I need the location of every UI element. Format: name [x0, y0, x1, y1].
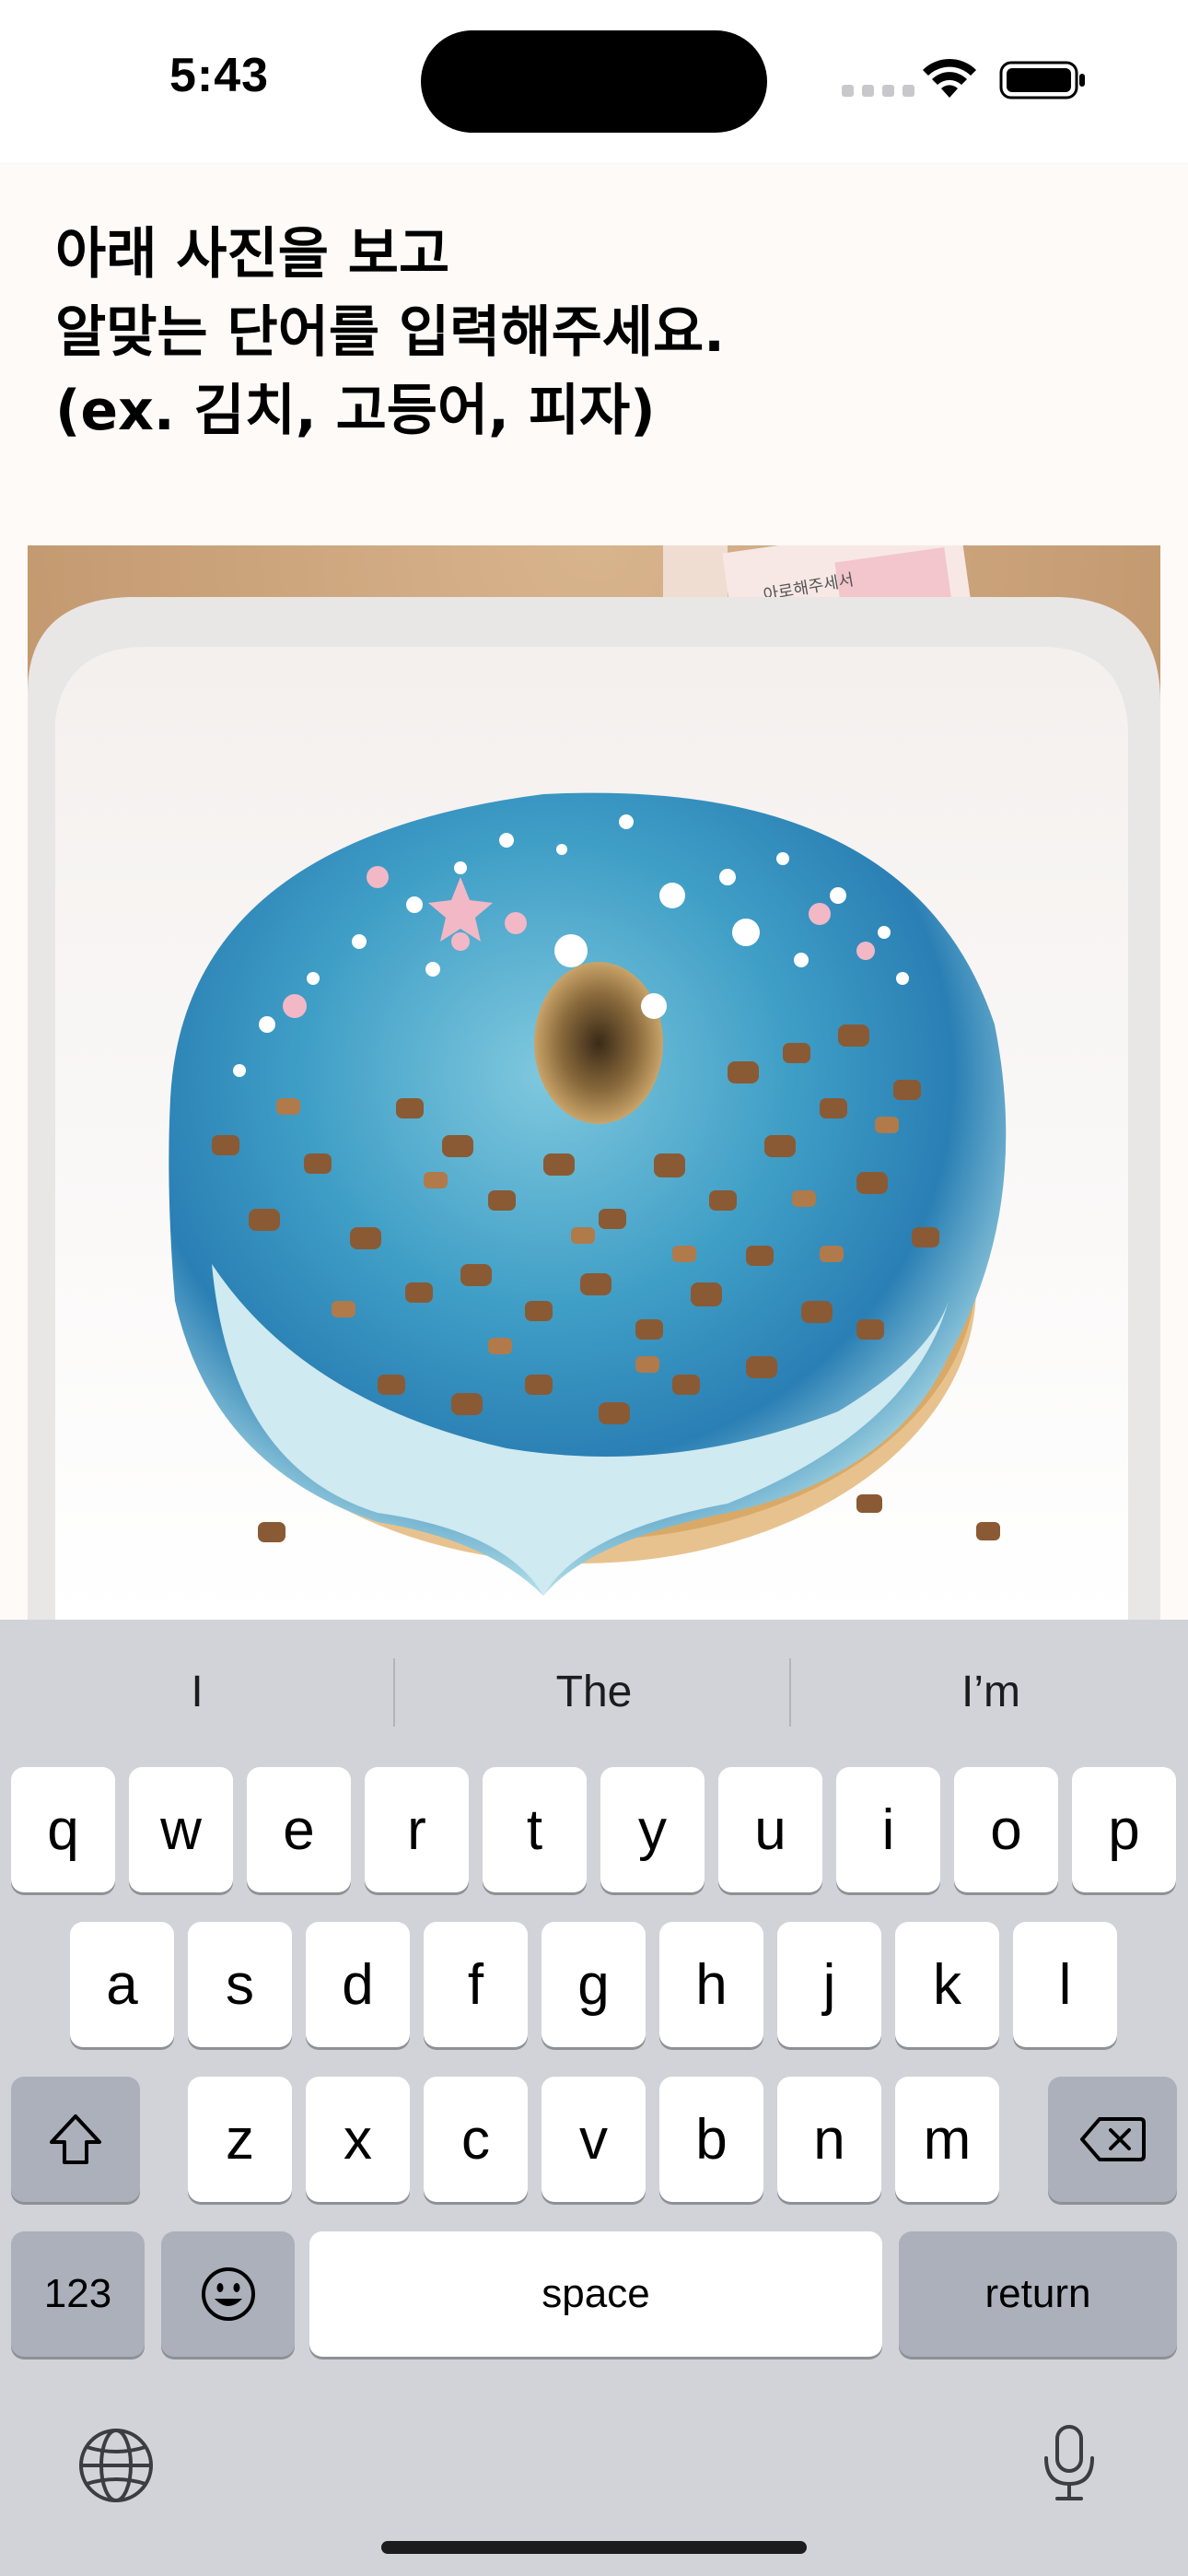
suggestion-divider — [393, 1658, 395, 1727]
return-key[interactable]: return — [899, 2231, 1177, 2357]
instruction-text: 아래 사진을 보고 알맞는 단어를 입력해주세요. (ex. 김치, 고등어, … — [55, 216, 1133, 451]
key-g[interactable]: g — [542, 1922, 646, 2047]
delete-icon — [1080, 2117, 1146, 2161]
key-p[interactable]: p — [1072, 1767, 1176, 1892]
numbers-key[interactable]: 123 — [11, 2231, 145, 2357]
key-i[interactable]: i — [836, 1767, 940, 1892]
donut-photo: 아로해주세서 6 — [28, 545, 1160, 1620]
key-b[interactable]: b — [659, 2077, 763, 2202]
key-h[interactable]: h — [659, 1922, 763, 2047]
shift-key[interactable] — [11, 2077, 140, 2202]
battery-icon — [999, 61, 1085, 100]
key-y[interactable]: y — [600, 1767, 705, 1892]
instruction-line-3: (ex. 김치, 고등어, 피자) — [55, 379, 656, 443]
key-k[interactable]: k — [895, 1922, 999, 2047]
key-x[interactable]: x — [306, 2077, 410, 2202]
status-bar: 5:43 — [0, 0, 1188, 162]
instruction-line-2: 알맞는 단어를 입력해주세요. — [55, 300, 725, 365]
dynamic-island — [421, 30, 767, 133]
status-time: 5:43 — [169, 49, 270, 102]
key-l[interactable]: l — [1013, 1922, 1117, 2047]
key-s[interactable]: s — [188, 1922, 292, 2047]
suggestion-2[interactable]: The — [397, 1620, 791, 1763]
space-key[interactable]: space — [309, 2231, 882, 2357]
key-t[interactable]: t — [483, 1767, 587, 1892]
delete-key[interactable] — [1048, 2077, 1177, 2202]
keyboard: I The I’m q w e r t y u i o p a s d f g … — [0, 1620, 1188, 2576]
key-u[interactable]: u — [718, 1767, 822, 1892]
emoji-icon — [201, 2267, 255, 2321]
key-o[interactable]: o — [954, 1767, 1058, 1892]
key-w[interactable]: w — [129, 1767, 233, 1892]
microphone-icon[interactable] — [1041, 2423, 1098, 2502]
suggestion-1[interactable]: I — [0, 1620, 394, 1763]
home-indicator[interactable] — [381, 2541, 807, 2554]
suggestion-bar: I The I’m — [0, 1620, 1188, 1763]
cellular-signal-icon — [842, 85, 914, 97]
key-z[interactable]: z — [188, 2077, 292, 2202]
key-f[interactable]: f — [424, 1922, 528, 2047]
suggestion-3[interactable]: I’m — [794, 1620, 1188, 1763]
key-q[interactable]: q — [11, 1767, 115, 1892]
emoji-key[interactable] — [161, 2231, 295, 2357]
key-v[interactable]: v — [542, 2077, 646, 2202]
key-c[interactable]: c — [424, 2077, 528, 2202]
key-a[interactable]: a — [70, 1922, 174, 2047]
instruction-line-1: 아래 사진을 보고 — [55, 222, 450, 287]
suggestion-divider — [789, 1658, 791, 1727]
shift-icon — [50, 2114, 101, 2164]
key-m[interactable]: m — [895, 2077, 999, 2202]
globe-icon[interactable] — [77, 2427, 155, 2504]
key-e[interactable]: e — [247, 1767, 351, 1892]
key-d[interactable]: d — [306, 1922, 410, 2047]
key-n[interactable]: n — [777, 2077, 881, 2202]
key-j[interactable]: j — [777, 1922, 881, 2047]
key-r[interactable]: r — [365, 1767, 469, 1892]
wifi-icon — [923, 58, 976, 98]
